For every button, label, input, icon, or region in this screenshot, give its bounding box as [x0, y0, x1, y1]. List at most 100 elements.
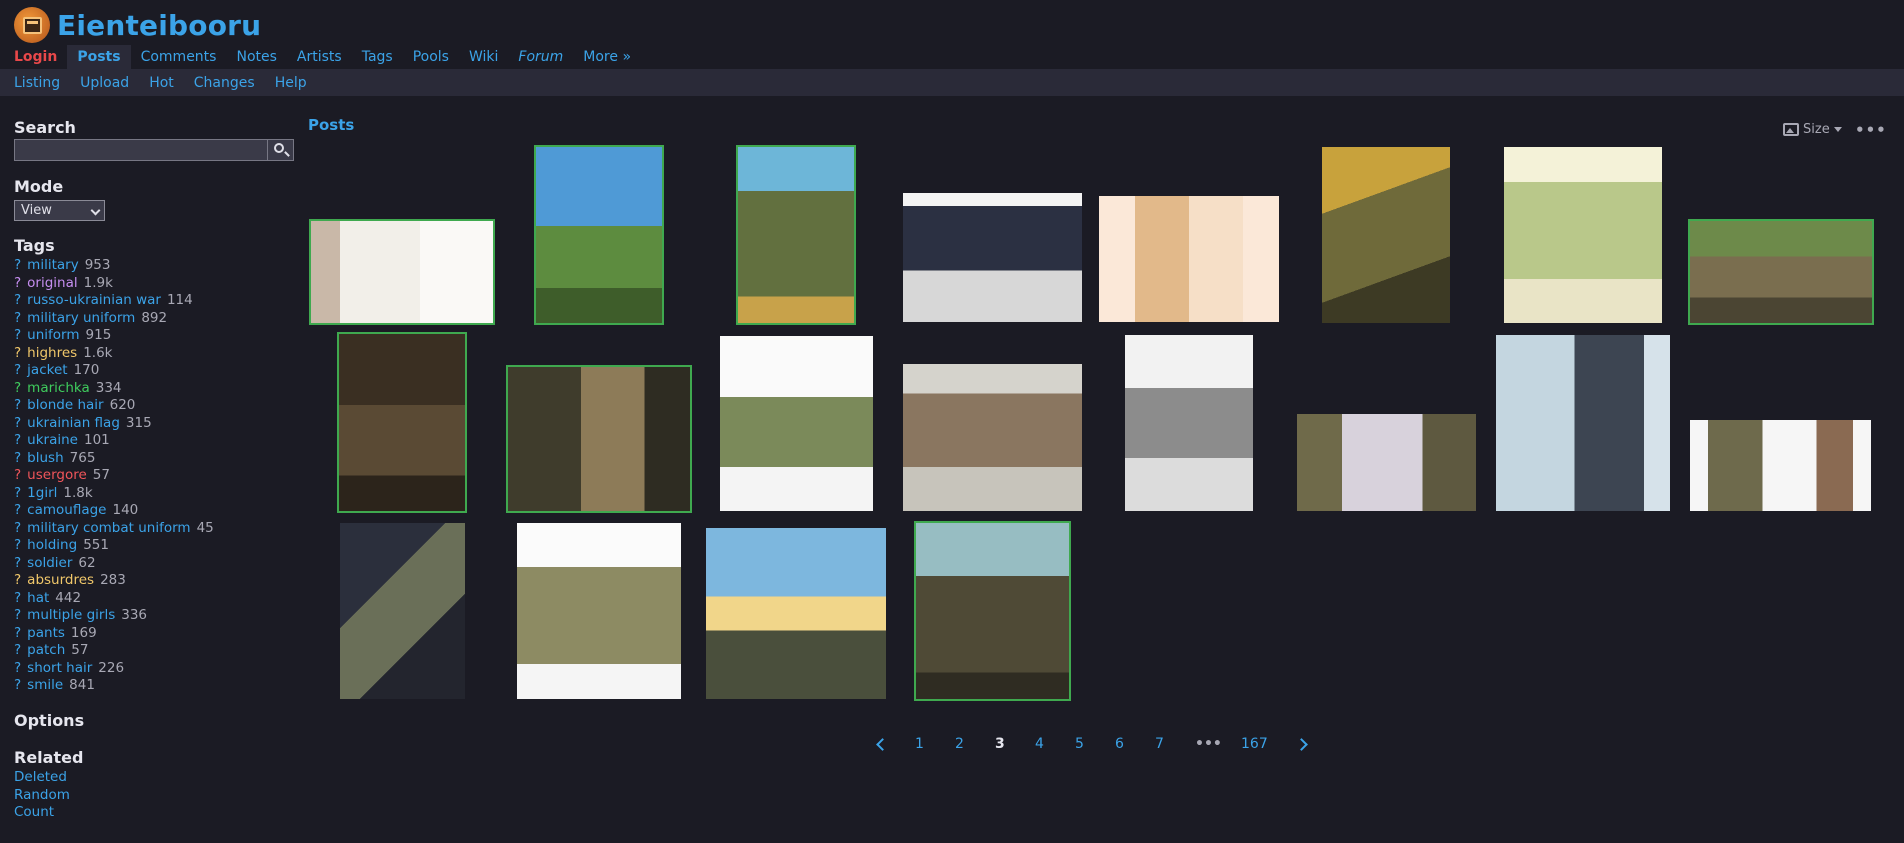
tag-search-link[interactable]: short hair — [27, 660, 92, 676]
mode-select[interactable]: View — [14, 200, 105, 221]
tag-search-link[interactable]: patch — [27, 642, 65, 658]
tag-wiki-link[interactable]: ? — [14, 257, 21, 273]
tag-wiki-link[interactable]: ? — [14, 572, 21, 588]
tag-wiki-link[interactable]: ? — [14, 642, 21, 658]
post-thumbnail[interactable] — [506, 365, 692, 513]
tag-search-link[interactable]: usergore — [27, 467, 87, 483]
options-heading[interactable]: Options — [14, 711, 84, 730]
post-thumbnail[interactable] — [1322, 147, 1450, 323]
page-link[interactable]: 4 — [1035, 736, 1044, 752]
tag-search-link[interactable]: smile — [27, 677, 63, 693]
more-options-button[interactable]: ••• — [1855, 121, 1887, 139]
tag-search-link[interactable]: military uniform — [27, 310, 135, 326]
tag-wiki-link[interactable]: ? — [14, 502, 21, 518]
related-deleted-link[interactable]: Deleted — [14, 769, 67, 785]
tag-search-link[interactable]: absurdres — [27, 572, 94, 588]
tag-wiki-link[interactable]: ? — [14, 625, 21, 641]
nav-notes[interactable]: Notes — [226, 45, 286, 69]
nav-pools[interactable]: Pools — [403, 45, 459, 69]
related-random-link[interactable]: Random — [14, 787, 70, 803]
tag-wiki-link[interactable]: ? — [14, 432, 21, 448]
subnav-upload[interactable]: Upload — [66, 75, 129, 91]
post-thumbnail[interactable] — [903, 193, 1082, 322]
tag-search-link[interactable]: original — [27, 275, 77, 291]
tag-wiki-link[interactable]: ? — [14, 345, 21, 361]
tag-wiki-link[interactable]: ? — [14, 555, 21, 571]
chevron-right-icon[interactable] — [1295, 738, 1308, 751]
post-thumbnail[interactable] — [340, 523, 465, 699]
tag-search-link[interactable]: 1girl — [27, 485, 57, 501]
post-thumbnail[interactable] — [517, 523, 681, 699]
tag-wiki-link[interactable]: ? — [14, 537, 21, 553]
site-logo-link[interactable]: Eienteibooru — [14, 5, 261, 45]
nav-login[interactable]: Login — [0, 45, 67, 69]
post-thumbnail[interactable] — [914, 521, 1071, 701]
tag-search-link[interactable]: pants — [27, 625, 65, 641]
nav-more[interactable]: More » — [573, 45, 641, 69]
tag-search-link[interactable]: soldier — [27, 555, 72, 571]
post-thumbnail[interactable] — [1099, 196, 1279, 322]
tag-wiki-link[interactable]: ? — [14, 590, 21, 606]
tag-search-link[interactable]: military — [27, 257, 79, 273]
tag-search-link[interactable]: hat — [27, 590, 49, 606]
tag-wiki-link[interactable]: ? — [14, 292, 21, 308]
subnav-changes[interactable]: Changes — [180, 75, 255, 91]
tag-search-link[interactable]: military combat uniform — [27, 520, 190, 536]
page-link[interactable]: 5 — [1075, 736, 1084, 752]
tag-search-link[interactable]: ukrainian flag — [27, 415, 120, 431]
tag-search-link[interactable]: russo-ukrainian war — [27, 292, 161, 308]
tag-search-link[interactable]: multiple girls — [27, 607, 115, 623]
tag-wiki-link[interactable]: ? — [14, 467, 21, 483]
tag-wiki-link[interactable]: ? — [14, 450, 21, 466]
nav-artists[interactable]: Artists — [287, 45, 352, 69]
subnav-help[interactable]: Help — [261, 75, 307, 91]
related-count-link[interactable]: Count — [14, 804, 54, 820]
tag-wiki-link[interactable]: ? — [14, 485, 21, 501]
post-thumbnail[interactable] — [720, 336, 873, 511]
nav-comments[interactable]: Comments — [131, 45, 227, 69]
post-thumbnail[interactable] — [309, 219, 495, 325]
post-thumbnail[interactable] — [1125, 335, 1253, 511]
tag-wiki-link[interactable]: ? — [14, 275, 21, 291]
tag-wiki-link[interactable]: ? — [14, 677, 21, 693]
post-thumbnail[interactable] — [736, 145, 856, 325]
tag-search-link[interactable]: jacket — [27, 362, 67, 378]
tag-search-link[interactable]: uniform — [27, 327, 79, 343]
page-link-last[interactable]: 167 — [1241, 736, 1268, 752]
nav-tags[interactable]: Tags — [352, 45, 403, 69]
tag-search-link[interactable]: holding — [27, 537, 77, 553]
page-link[interactable]: 6 — [1115, 736, 1124, 752]
post-thumbnail[interactable] — [1688, 219, 1874, 325]
tag-search-link[interactable]: blush — [27, 450, 63, 466]
size-menu-button[interactable]: Size — [1783, 122, 1842, 137]
tag-wiki-link[interactable]: ? — [14, 380, 21, 396]
tag-wiki-link[interactable]: ? — [14, 362, 21, 378]
post-thumbnail[interactable] — [903, 364, 1082, 511]
subnav-listing[interactable]: Listing — [0, 75, 60, 91]
chevron-left-icon[interactable] — [876, 738, 889, 751]
subnav-hot[interactable]: Hot — [135, 75, 174, 91]
tag-search-link[interactable]: highres — [27, 345, 77, 361]
nav-posts[interactable]: Posts — [67, 45, 131, 69]
post-thumbnail[interactable] — [1690, 420, 1871, 511]
tag-wiki-link[interactable]: ? — [14, 310, 21, 326]
page-link[interactable]: 2 — [955, 736, 964, 752]
post-thumbnail[interactable] — [534, 145, 664, 325]
tag-search-link[interactable]: blonde hair — [27, 397, 103, 413]
post-thumbnail[interactable] — [706, 528, 886, 699]
post-thumbnail[interactable] — [1496, 335, 1670, 511]
tag-wiki-link[interactable]: ? — [14, 520, 21, 536]
page-link[interactable]: 7 — [1155, 736, 1164, 752]
tag-wiki-link[interactable]: ? — [14, 415, 21, 431]
tag-wiki-link[interactable]: ? — [14, 327, 21, 343]
nav-wiki[interactable]: Wiki — [459, 45, 508, 69]
tag-search-link[interactable]: marichka — [27, 380, 90, 396]
nav-forum[interactable]: Forum — [508, 45, 573, 69]
tag-search-link[interactable]: ukraine — [27, 432, 78, 448]
post-thumbnail[interactable] — [1297, 414, 1476, 511]
post-thumbnail[interactable] — [337, 332, 467, 513]
tag-wiki-link[interactable]: ? — [14, 607, 21, 623]
search-input[interactable] — [14, 139, 268, 161]
site-title[interactable]: Eienteibooru — [57, 9, 261, 42]
tag-wiki-link[interactable]: ? — [14, 660, 21, 676]
